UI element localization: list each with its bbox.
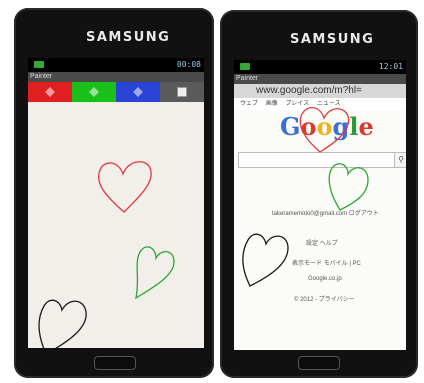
left-phone: SAMSUNG 00:08 Painter: [14, 8, 214, 378]
left-status-time: 00:08: [176, 60, 201, 69]
red-heart-stroke: [299, 107, 350, 153]
pen-diamond-icon: [89, 87, 99, 97]
right-phone-brand: SAMSUNG: [290, 32, 375, 47]
red-heart-stroke: [98, 161, 152, 213]
signal-icon: [34, 61, 44, 68]
left-home-button[interactable]: [94, 356, 136, 370]
black-heart-stroke: [242, 233, 289, 287]
green-heart-stroke: [135, 246, 175, 300]
left-phone-screen: 00:08 Painter: [28, 58, 204, 348]
swatch-blue[interactable]: [116, 82, 160, 102]
swatch-red[interactable]: [28, 82, 72, 102]
eraser-square-icon: [177, 87, 187, 97]
swatch-green[interactable]: [72, 82, 116, 102]
swatch-white[interactable]: [160, 82, 204, 102]
photo-scene: SAMSUNG 00:08 Painter SAMSUNG 12:01 Pain…: [0, 0, 424, 383]
right-home-button[interactable]: [298, 356, 340, 370]
pen-diamond-icon: [45, 87, 55, 97]
canvas-drawings: [38, 161, 175, 348]
drawing-canvas[interactable]: [28, 102, 204, 348]
left-status-bar: 00:08: [28, 58, 204, 72]
color-palette: [28, 82, 204, 102]
pen-diamond-icon: [133, 87, 143, 97]
left-phone-brand: SAMSUNG: [86, 30, 171, 45]
overlay-drawings: [242, 107, 369, 287]
right-phone-screen: 12:01 Painter www.google.com/m?hl= ウェブ 画…: [234, 60, 406, 350]
black-heart-stroke: [38, 299, 87, 348]
green-heart-stroke: [328, 163, 369, 211]
left-app-title: Painter: [28, 72, 204, 82]
right-phone: SAMSUNG 12:01 Painter www.google.com/m?h…: [220, 10, 418, 378]
